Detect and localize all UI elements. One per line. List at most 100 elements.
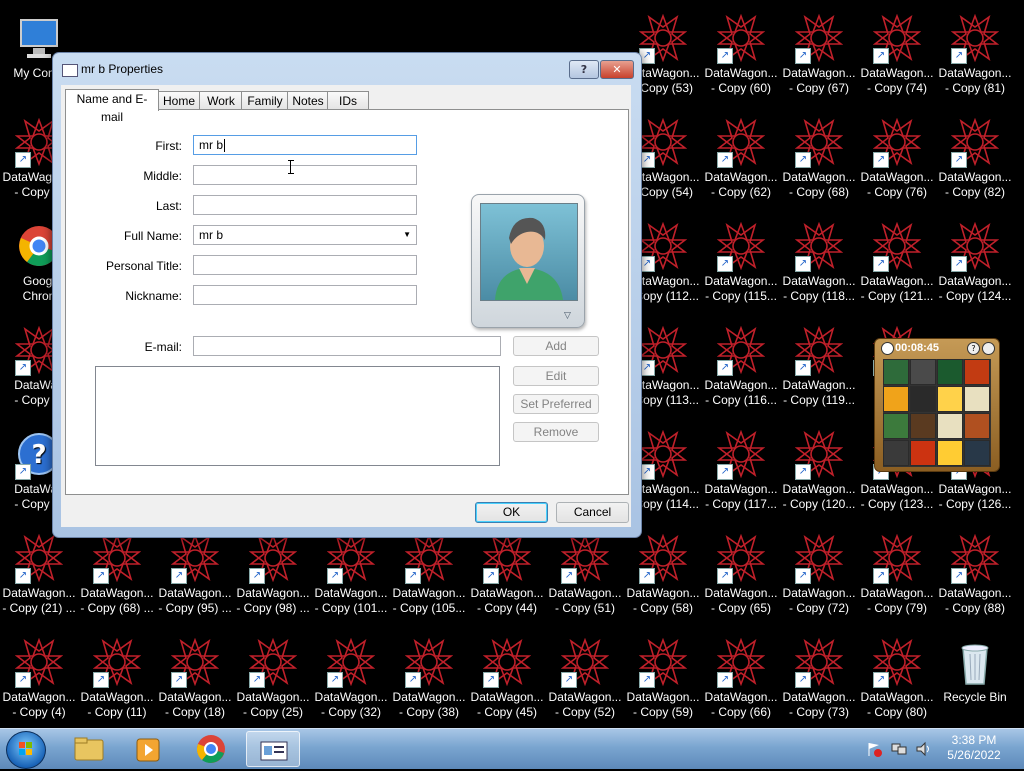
desktop-icon[interactable]: ↗ DataWagon... - Copy (81) [936,8,1014,100]
taskbar-clock[interactable]: 3:38 PM 5/26/2022 [940,733,1008,763]
shortcut-arrow-icon: ↗ [717,256,733,272]
desktop-icon[interactable]: ↗ DataWagon... - Copy (98) ... [234,528,312,620]
middle-name-field[interactable] [193,165,417,185]
desktop-icon[interactable]: ↗ DataWagon... - Copy (44) [468,528,546,620]
desktop-icon[interactable]: ↗ DataWagon... - Copy (38) [390,632,468,724]
edit-button[interactable]: Edit [513,366,599,386]
desktop-icon[interactable]: ↗ DataWagon... - Copy (76) [858,112,936,204]
desktop-icon[interactable]: ↗ DataWagon... - Copy (18) [156,632,234,724]
desktop-icon[interactable]: ↗ DataWagon... - Copy (121... [858,216,936,308]
cancel-button[interactable]: Cancel [556,502,629,523]
taskbar-explorer[interactable] [62,731,116,767]
puzzle-tile[interactable] [937,386,963,412]
ok-button[interactable]: OK [475,502,548,523]
puzzle-tile[interactable] [883,413,909,439]
tab-family[interactable]: Family [241,91,289,110]
puzzle-tile[interactable] [964,440,990,466]
volume-icon[interactable] [915,741,931,757]
desktop-icon[interactable]: ↗ DataWagon... - Copy (72) [780,528,858,620]
desktop-icon[interactable]: ↗ DataWagon... - Copy (68) ... [78,528,156,620]
desktop-icon[interactable]: ↗ DataWagon... - Copy (73) [780,632,858,724]
desktop-icon[interactable]: ↗ DataWagon... - Copy (21) ... [0,528,78,620]
start-button[interactable] [6,731,46,769]
full-name-dropdown[interactable]: mr b ▼ [193,225,417,245]
desktop-icon[interactable]: ↗ DataWagon... - Copy (115... [702,216,780,308]
tab-name-and-email[interactable]: Name and E-mail [65,89,159,124]
desktop-icon[interactable]: ↗ DataWagon... - Copy (80) [858,632,936,724]
puzzle-gadget[interactable]: 00:08:45 ? [874,338,1000,472]
desktop-icon[interactable]: ↗ DataWagon... - Copy (74) [858,8,936,100]
puzzle-tile[interactable] [910,440,936,466]
first-name-field[interactable]: mr b [193,135,417,155]
desktop-icon[interactable]: ↗ DataWagon... - Copy (66) [702,632,780,724]
close-button[interactable]: ✕ [600,60,634,79]
puzzle-tile[interactable] [910,413,936,439]
desktop-icon[interactable]: ↗ DataWagon... - Copy (118... [780,216,858,308]
taskbar-contacts[interactable] [246,731,300,767]
desktop-icon[interactable]: ↗ DataWagon... - Copy (120... [780,424,858,516]
desktop-icon[interactable]: ↗ DataWagon... - Copy (65) [702,528,780,620]
tab-home[interactable]: Home [157,91,201,110]
help-icon[interactable]: ? [967,342,980,355]
desktop-icon[interactable]: ↗ DataWagon... - Copy (88) [936,528,1014,620]
desktop-icon[interactable]: ↗ DataWagon... - Copy (101... [312,528,390,620]
desktop-icon[interactable]: ↗ DataWagon... - Copy (119... [780,320,858,412]
puzzle-tile[interactable] [910,386,936,412]
desktop-icon[interactable]: ↗ DataWagon... - Copy (32) [312,632,390,724]
desktop-icon[interactable]: ↗ DataWagon... - Copy (45) [468,632,546,724]
email-list[interactable] [95,366,500,466]
puzzle-tile[interactable] [964,413,990,439]
remove-button[interactable]: Remove [513,422,599,442]
tab-notes[interactable]: Notes [287,91,329,110]
nickname-field[interactable] [193,285,417,305]
settings-icon[interactable] [982,342,995,355]
puzzle-grid[interactable] [883,359,991,467]
puzzle-tile[interactable] [910,359,936,385]
personal-title-field[interactable] [193,255,417,275]
desktop-icon[interactable]: ↗ DataWagon... - Copy (11) [78,632,156,724]
desktop-icon[interactable]: Recycle Bin [936,632,1014,724]
tab-ids[interactable]: IDs [327,91,369,110]
shortcut-arrow-icon: ↗ [171,568,187,584]
add-button[interactable]: Add [513,336,599,356]
desktop-icon[interactable]: ↗ DataWagon... - Copy (124... [936,216,1014,308]
tab-work[interactable]: Work [199,91,243,110]
desktop-icon[interactable]: ↗ DataWagon... - Copy (79) [858,528,936,620]
chevron-down-icon[interactable]: ▽ [564,311,571,321]
desktop-icon[interactable]: ↗ DataWagon... - Copy (105... [390,528,468,620]
taskbar-chrome[interactable] [184,731,238,767]
puzzle-tile[interactable] [883,440,909,466]
desktop-icon-sublabel: - Copy (81) [944,81,1006,95]
puzzle-tile[interactable] [964,359,990,385]
flag-alert-icon[interactable] [866,741,882,757]
taskbar-media-player[interactable] [122,731,176,767]
desktop-icon[interactable]: ↗ DataWagon... - Copy (82) [936,112,1014,204]
desktop-icon[interactable]: ↗ DataWagon... - Copy (25) [234,632,312,724]
desktop-icon[interactable]: ↗ DataWagon... - Copy (59) [624,632,702,724]
desktop-icon[interactable]: ↗ DataWagon... - Copy (68) [780,112,858,204]
desktop-icon[interactable]: ↗ DataWagon... - Copy (60) [702,8,780,100]
email-field[interactable] [193,336,501,356]
network-icon[interactable] [891,741,907,757]
desktop-icon[interactable]: ↗ DataWagon... - Copy (51) [546,528,624,620]
desktop-icon[interactable]: ↗ DataWagon... - Copy (4) [0,632,78,724]
puzzle-tile[interactable] [937,413,963,439]
puzzle-tile[interactable] [937,359,963,385]
puzzle-tile[interactable] [937,440,963,466]
recycle-bin-icon [951,638,999,686]
puzzle-tile[interactable] [964,386,990,412]
help-button[interactable]: ? [569,60,599,79]
desktop-icon[interactable]: ↗ DataWagon... - Copy (52) [546,632,624,724]
desktop-icon[interactable]: ↗ DataWagon... - Copy (62) [702,112,780,204]
puzzle-tile[interactable] [883,359,909,385]
contact-picture[interactable]: ▽ [471,194,585,328]
last-name-field[interactable] [193,195,417,215]
desktop-icon[interactable]: ↗ DataWagon... - Copy (95) ... [156,528,234,620]
puzzle-tile[interactable] [883,386,909,412]
set-preferred-button[interactable]: Set Preferred [513,394,599,414]
title-bar[interactable]: mr b Properties ? ✕ [53,53,641,85]
desktop-icon[interactable]: ↗ DataWagon... - Copy (117... [702,424,780,516]
desktop-icon[interactable]: ↗ DataWagon... - Copy (116... [702,320,780,412]
desktop-icon[interactable]: ↗ DataWagon... - Copy (67) [780,8,858,100]
desktop-icon[interactable]: ↗ DataWagon... - Copy (58) [624,528,702,620]
